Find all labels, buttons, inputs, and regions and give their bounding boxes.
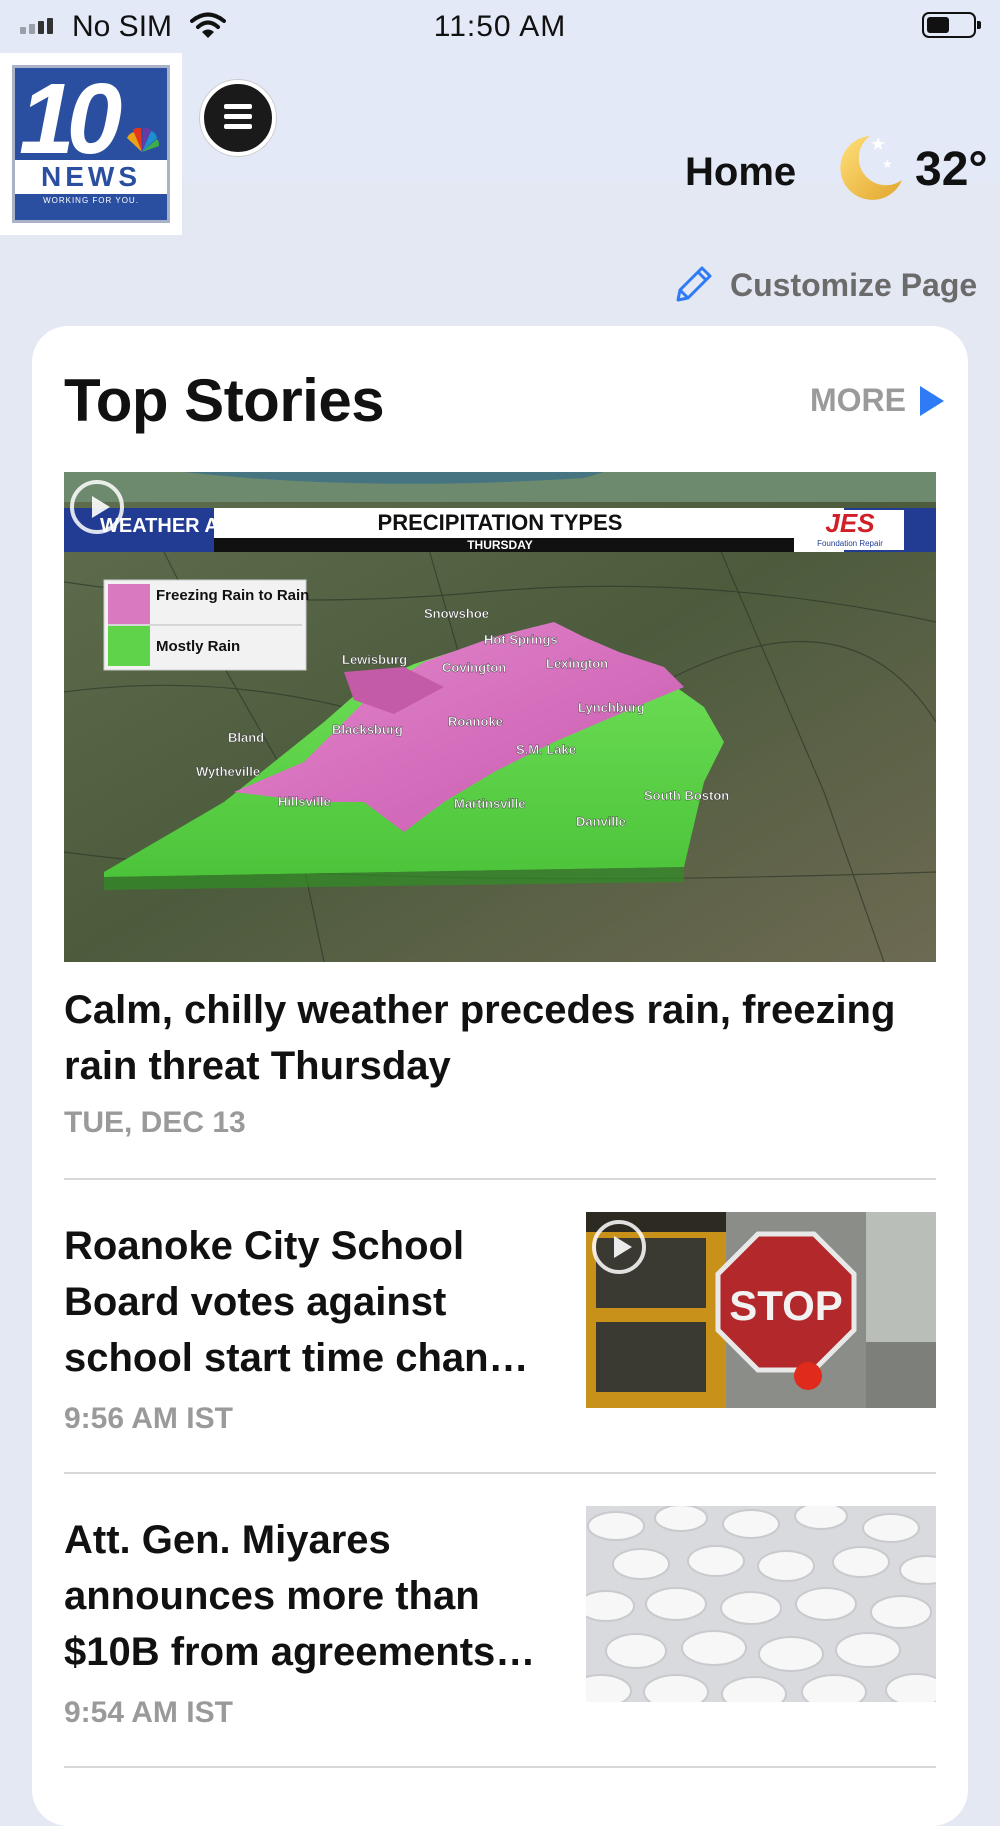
logo-image: 10 NEWS WORKING FOR YOU. [12,65,170,223]
top-stories-card: Top Stories MORE WEATHER AUTHORITY PRECI… [32,326,968,1826]
customize-label: Customize Page [730,266,978,303]
play-icon[interactable] [592,1220,646,1274]
graphic-brand: WEATHER AUTHORITY [100,515,322,537]
hero-headline[interactable]: Calm, chilly weather precedes rain, free… [64,982,924,1094]
map-label: Bland [228,730,264,745]
map-label: Lewisburg [342,652,407,667]
page-label: Home [685,150,797,194]
legend-item: Mostly Rain [156,638,240,655]
divider [64,1178,936,1180]
logo-tagline: WORKING FOR YOU. [43,196,139,205]
more-label: MORE [810,382,906,418]
section-title: Top Stories [64,367,385,434]
legend-item: Freezing Rain to Rain [156,587,309,604]
battery-icon [922,12,981,38]
map-label: South Boston [644,788,729,803]
peacock-icon [127,128,159,152]
map-label: Hillsville [278,794,331,809]
triangle-right-icon [920,385,944,416]
sponsor-logo: JES [825,508,875,538]
sponsor-sub: Foundation Repair [817,539,883,548]
menu-button[interactable] [200,80,276,156]
more-button[interactable]: MORE [810,382,944,419]
weather-map-graphic: WEATHER AUTHORITY PRECIPITATION TYPES TH… [64,472,936,962]
hamburger-icon [224,104,252,134]
map-label: Martinsville [454,796,526,811]
map-label: Danville [576,814,626,829]
svg-text:★: ★ [882,157,893,171]
map-label: Wytheville [196,764,260,779]
hero-story-image[interactable]: WEATHER AUTHORITY PRECIPITATION TYPES TH… [64,472,936,962]
map-label: Hot Springs [484,632,558,647]
map-label: S.M. Lake [516,742,576,757]
divider [64,1472,936,1474]
station-logo[interactable]: 10 NEWS WORKING FOR YOU. [0,53,182,235]
customize-page-button[interactable]: Customize Page [670,262,977,308]
story-headline[interactable]: Att. Gen. Miyares announces more than $1… [64,1512,544,1680]
map-label: Blacksburg [332,722,403,737]
map-label: Snowshoe [424,606,489,621]
logo-name: NEWS [15,160,167,194]
play-icon[interactable] [70,480,124,534]
divider [64,1766,936,1768]
graphic-title: PRECIPITATION TYPES [378,510,623,535]
pills-image [586,1506,936,1702]
moon-stars-icon: ★ ★ [840,134,902,200]
map-label: Covington [442,660,506,675]
hero-date: TUE, DEC 13 [64,1106,246,1139]
story-headline[interactable]: Roanoke City School Board votes against … [64,1218,544,1386]
story-thumbnail[interactable] [586,1506,936,1702]
pencil-icon [676,266,712,302]
story-time: 9:56 AM IST [64,1402,233,1435]
map-label: Lynchburg [578,700,645,715]
temperature[interactable]: 32° [915,142,988,197]
clock: 11:50 AM [433,10,567,43]
stop-sign-text: STOP [729,1282,843,1329]
map-label: Lexington [546,656,608,671]
graphic-subtitle: THURSDAY [467,538,533,552]
story-time: 9:54 AM IST [64,1696,233,1729]
svg-text:★: ★ [870,134,886,155]
status-bar: No SIM 11:50 AM [0,0,1000,54]
map-label: Roanoke [448,714,503,729]
story-thumbnail[interactable]: STOP [586,1212,936,1408]
